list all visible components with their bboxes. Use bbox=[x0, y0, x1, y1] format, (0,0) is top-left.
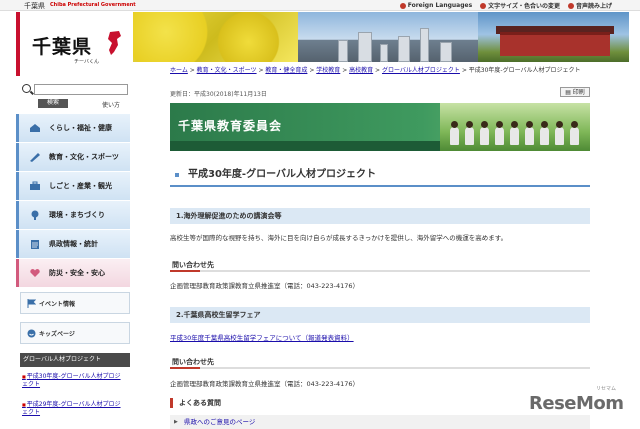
nav-item-environment[interactable]: 環境・まちづくり bbox=[16, 201, 130, 229]
section-2-contact-heading: 問い合わせ先 bbox=[170, 356, 590, 369]
section-2-link[interactable]: 平成30年度千葉県高校生留学フェアについて（報道発表資料） bbox=[170, 332, 354, 342]
sidebar: 検索 使い方 くらし・福祉・健康 教育・文化・スポーツ しごと・産業・観光 環境… bbox=[16, 76, 130, 426]
section-1-body: 高校生等が国際的な視野を持ち、海外に目を向け自らが成長するきっかけを提供し、海外… bbox=[170, 234, 508, 242]
logo-kana: チーバくん bbox=[74, 59, 99, 65]
tree-icon bbox=[31, 210, 39, 220]
banner-title: 千葉県教育委員会 bbox=[178, 119, 283, 133]
side-link-h29[interactable]: 平成29年度-グローバル人材プロジェクト bbox=[22, 401, 122, 417]
section-1-contact: 企画管理部教育政策課教育立県推進室（電話：043-223-4176） bbox=[170, 282, 360, 290]
category-nav: くらし・福祉・健康 教育・文化・スポーツ しごと・産業・観光 環境・まちづくり … bbox=[16, 114, 130, 288]
text-size-icon bbox=[480, 2, 487, 9]
breadcrumb-highschool[interactable]: 高校教育 bbox=[349, 67, 373, 74]
breadcrumb: ホーム > 教育・文化・スポーツ > 教育・健全育成 > 学校教育 > 高校教育… bbox=[170, 67, 581, 74]
nav-item-safety[interactable]: 防災・安全・安心 bbox=[16, 259, 130, 287]
nav-item-work[interactable]: しごと・産業・観光 bbox=[16, 172, 130, 200]
resemom-watermark: ReseMom bbox=[529, 393, 624, 414]
top-bar: 千葉県 Chiba Prefectural Government Foreign… bbox=[0, 0, 640, 11]
search-howto-link[interactable]: 使い方 bbox=[102, 100, 120, 109]
section-2-heading: 2.千葉県高校生留学フェア bbox=[170, 307, 590, 323]
logo-name: 千葉県 bbox=[32, 36, 93, 58]
historic-building-photo bbox=[478, 12, 629, 62]
section-1-contact-heading: 問い合わせ先 bbox=[170, 259, 590, 272]
nav-item-government[interactable]: 県政情報・統計 bbox=[16, 230, 130, 258]
flag-icon bbox=[27, 299, 36, 308]
updated-date: 更新日：平成30(2018)年11月13日 bbox=[170, 91, 267, 98]
city-photo bbox=[298, 12, 478, 62]
board-of-education-banner: 千葉県教育委員会 bbox=[170, 103, 590, 151]
document-icon bbox=[31, 240, 39, 249]
logo-red-bar bbox=[16, 12, 20, 76]
printer-icon: ▤ bbox=[565, 89, 571, 96]
students-photo bbox=[440, 103, 590, 151]
briefcase-icon bbox=[30, 181, 40, 190]
section-1-heading: 1.海外理解促進のための講演会等 bbox=[170, 208, 590, 224]
nav-item-living[interactable]: くらし・福祉・健康 bbox=[16, 114, 130, 142]
event-info-button[interactable]: イベント情報 bbox=[20, 292, 130, 314]
section-2-contact: 企画管理部教育政策課教育立県推進室（電話：043-223-4176） bbox=[170, 380, 360, 388]
side-section-title: グローバル人材プロジェクト bbox=[20, 353, 130, 367]
breadcrumb-school[interactable]: 学校教育 bbox=[316, 67, 340, 74]
search-button[interactable]: 検索 bbox=[38, 99, 68, 108]
breadcrumb-home[interactable]: ホーム bbox=[170, 67, 188, 74]
header-banner bbox=[133, 12, 629, 62]
faq-item[interactable]: 県政へのご意見のページ bbox=[170, 415, 590, 429]
breadcrumb-global[interactable]: グローバル人材プロジェクト bbox=[382, 67, 460, 74]
side-link-h30[interactable]: 平成30年度-グローバル人材プロジェクト bbox=[22, 373, 122, 389]
speaker-icon bbox=[567, 2, 574, 9]
globe-icon bbox=[399, 2, 406, 9]
heart-icon bbox=[30, 269, 40, 277]
smile-icon bbox=[27, 329, 36, 338]
chiba-kun-icon bbox=[108, 31, 121, 55]
search-input[interactable] bbox=[34, 84, 128, 95]
nav-item-education[interactable]: 教育・文化・スポーツ bbox=[16, 143, 130, 171]
rapeseed-photo bbox=[133, 12, 298, 62]
site-logo[interactable]: 千葉県 チーバくん bbox=[16, 12, 130, 76]
kids-page-button[interactable]: キッズページ bbox=[20, 322, 130, 344]
site-search: 検索 使い方 bbox=[20, 80, 128, 109]
print-button[interactable]: ▤ 印刷 bbox=[560, 87, 590, 97]
pref-name-en: Chiba Prefectural Government bbox=[50, 2, 136, 8]
breadcrumb-upbringing[interactable]: 教育・健全育成 bbox=[265, 67, 307, 74]
foreign-languages-link[interactable]: Foreign Languages bbox=[399, 1, 472, 10]
page-title: 平成30年度-グローバル人材プロジェクト bbox=[170, 165, 590, 187]
breadcrumb-education[interactable]: 教育・文化・スポーツ bbox=[197, 67, 257, 74]
watermark-small: リセマム bbox=[596, 386, 617, 392]
text-size-color-link[interactable]: 文字サイズ・色合いの変更 bbox=[480, 1, 560, 10]
pref-name: 千葉県 bbox=[24, 2, 45, 10]
search-icon bbox=[22, 84, 31, 93]
speech-link[interactable]: 音声読み上げ bbox=[567, 1, 612, 10]
utility-links: Foreign Languages 文字サイズ・色合いの変更 音声読み上げ bbox=[399, 1, 612, 10]
pen-icon bbox=[30, 153, 40, 162]
house-icon bbox=[30, 124, 40, 132]
breadcrumb-current: 平成30年度-グローバル人材プロジェクト bbox=[468, 67, 581, 74]
faq-heading: よくある質問 bbox=[170, 398, 370, 408]
